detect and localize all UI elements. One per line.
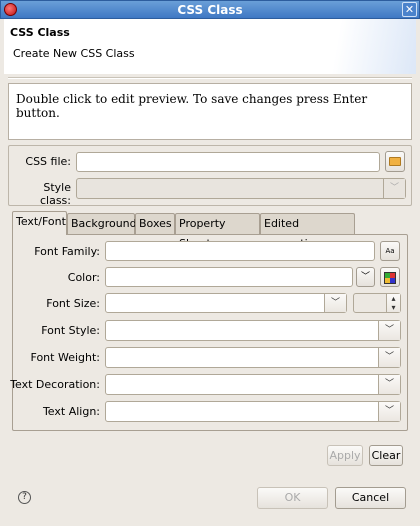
tab-boxes[interactable]: Boxes bbox=[135, 213, 175, 235]
text-decoration-combo[interactable]: ﹀ bbox=[105, 374, 401, 395]
font-style-combo[interactable]: ﹀ bbox=[105, 320, 401, 341]
spinner-icon: ▴ ▾ bbox=[386, 294, 400, 312]
style-class-label: Style class: bbox=[39, 181, 71, 207]
tab-background[interactable]: Background bbox=[67, 213, 137, 235]
font-family-input[interactable] bbox=[105, 241, 375, 261]
color-label: Color: bbox=[67, 271, 100, 284]
ok-button[interactable]: OK bbox=[257, 487, 328, 509]
color-input[interactable] bbox=[105, 267, 353, 287]
help-icon[interactable]: ? bbox=[18, 491, 31, 504]
chevron-down-icon: ﹀ bbox=[360, 272, 370, 282]
style-class-combo[interactable]: ﹀ bbox=[76, 178, 406, 199]
tab-text-font[interactable]: Text/Font bbox=[12, 211, 67, 235]
chevron-down-icon: ﹀ bbox=[324, 294, 346, 312]
apply-button[interactable]: Apply bbox=[327, 445, 363, 466]
text-decoration-label: Text Decoration: bbox=[10, 378, 100, 391]
font-style-label: Font Style: bbox=[41, 324, 100, 337]
title-bar: CSS Class bbox=[0, 0, 420, 19]
dialog-header: CSS Class Create New CSS Class bbox=[4, 19, 416, 74]
window-title: CSS Class bbox=[177, 3, 243, 17]
cancel-button[interactable]: Cancel bbox=[335, 487, 406, 509]
header-title: CSS Class bbox=[10, 26, 70, 39]
clear-button[interactable]: Clear bbox=[369, 445, 403, 466]
text-align-label: Text Align: bbox=[42, 405, 100, 418]
browse-button[interactable] bbox=[385, 151, 405, 172]
chevron-down-icon: ﹀ bbox=[378, 348, 400, 367]
tab-edited-properties[interactable]: Edited properties bbox=[260, 213, 355, 250]
folder-icon bbox=[389, 157, 401, 166]
font-size-label: Font Size: bbox=[46, 297, 100, 310]
font-chooser-button[interactable]: Aa bbox=[380, 241, 400, 261]
css-file-input[interactable] bbox=[76, 152, 380, 172]
preview-area[interactable]: Double click to edit preview. To save ch… bbox=[8, 83, 412, 140]
text-align-combo[interactable]: ﹀ bbox=[105, 401, 401, 422]
font-icon: Aa bbox=[385, 247, 395, 255]
font-weight-combo[interactable]: ﹀ bbox=[105, 347, 401, 368]
color-palette-icon bbox=[384, 272, 396, 284]
app-icon bbox=[4, 3, 17, 16]
font-size-combo[interactable]: ﹀ bbox=[105, 293, 347, 313]
font-size-unit-spinner[interactable]: ▴ ▾ bbox=[353, 293, 401, 313]
chevron-down-icon: ﹀ bbox=[378, 402, 400, 421]
chevron-down-icon: ﹀ bbox=[383, 179, 405, 198]
close-button[interactable]: ✕ bbox=[402, 2, 417, 17]
divider bbox=[8, 77, 412, 79]
css-file-label: CSS file: bbox=[25, 155, 71, 168]
header-subtitle: Create New CSS Class bbox=[13, 47, 135, 60]
tab-property-sheet[interactable]: Property Sheet bbox=[175, 213, 260, 250]
chevron-down-icon: ﹀ bbox=[378, 375, 400, 394]
font-weight-label: Font Weight: bbox=[30, 351, 100, 364]
color-dropdown-button[interactable]: ﹀ bbox=[356, 267, 375, 287]
chevron-down-icon: ﹀ bbox=[378, 321, 400, 340]
font-family-label: Font Family: bbox=[34, 245, 100, 258]
color-picker-button[interactable] bbox=[380, 267, 400, 287]
